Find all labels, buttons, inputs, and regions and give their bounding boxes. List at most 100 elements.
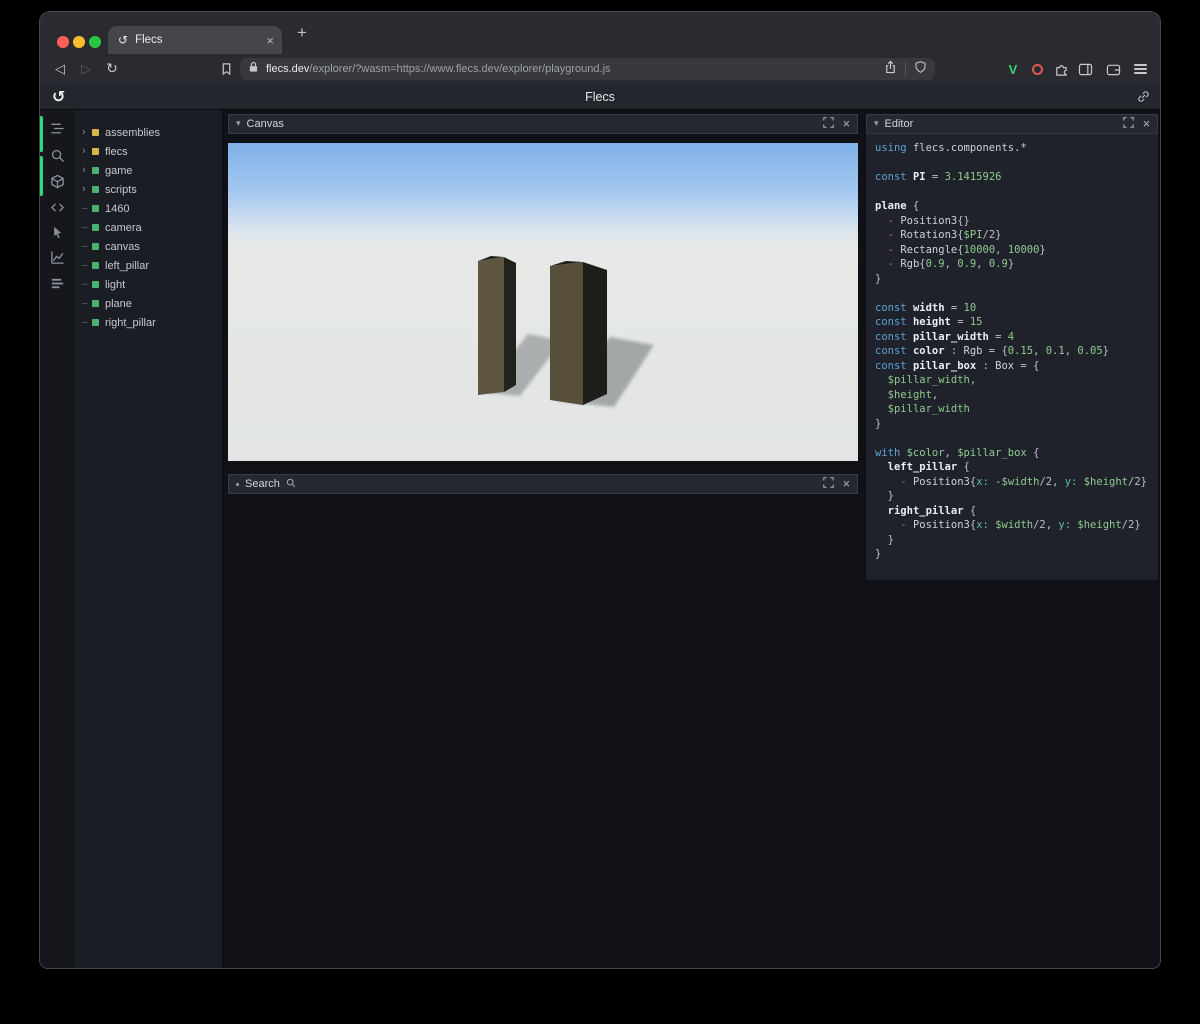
screen: ↺ Flecs × + ◁ ▷ ↻ flecs.dev/explorer/?wa… [0,0,1200,1024]
tree-item-canvas[interactable]: – canvas [75,237,222,256]
zoom-window-button[interactable] [89,36,101,48]
entity-color-swatch [92,243,99,250]
ring-icon [1031,63,1043,75]
entity-label: plane [105,297,132,310]
tree-item-assemblies[interactable]: › assemblies [75,123,222,142]
collapsed-indicator-icon[interactable] [236,482,239,486]
menu-button[interactable] [1134,54,1156,84]
search-icon[interactable] [49,147,66,164]
divider [905,62,906,76]
leaf-dash-icon: – [82,203,88,214]
flecs-logo-icon: ↺ [52,86,66,106]
entity-label: scripts [105,183,137,196]
code-line: const height = 15 [875,316,983,328]
share-icon[interactable] [884,60,897,79]
expand-chevron-icon[interactable]: › [82,161,92,180]
entity-label: right_pillar [105,316,156,329]
leaf-dash-icon: – [82,298,88,309]
browser-tab[interactable]: ↺ Flecs × [108,26,282,54]
url-domain: flecs.dev [266,63,310,75]
address-bar[interactable]: flecs.dev/explorer/?wasm=https://www.fle… [240,58,935,80]
brave-shield-icon[interactable] [914,60,927,79]
entity-color-swatch [92,148,99,155]
entity-label: left_pillar [105,259,150,272]
minimize-window-button[interactable] [73,36,85,48]
pointer-icon[interactable] [49,224,66,241]
code-line: - Rgb{0.9, 0.9, 0.9} [887,258,1015,270]
extension-v-icon[interactable]: V [1002,54,1024,84]
entity-color-swatch [92,300,99,307]
code-line: $height, [887,388,939,401]
reload-button[interactable]: ↻ [102,54,122,84]
leaf-dash-icon: – [82,241,88,252]
code-icon[interactable] [49,199,66,216]
close-panel-icon[interactable]: × [843,478,850,491]
code-line: } [875,417,882,430]
leaf-dash-icon: – [82,260,88,271]
flecs-explorer-app: ↺ Flecs › assemblies › flecs › game › sc… [40,84,1160,968]
3d-viewport[interactable] [228,143,858,461]
tree-item-camera[interactable]: – camera [75,218,222,237]
wallet-icon[interactable] [1102,54,1124,84]
code-line: } [875,548,882,560]
back-button[interactable]: ◁ [50,54,70,84]
tab-close-icon[interactable]: × [266,33,274,48]
new-tab-button[interactable]: + [292,23,312,43]
sidebar-toggle-icon[interactable] [1074,54,1096,84]
code-line: const pillar_width = 4 [875,330,1015,343]
entity-color-swatch [92,167,99,174]
tree-item-scripts[interactable]: › scripts [75,180,222,199]
close-window-button[interactable] [57,36,69,48]
app-title: Flecs [585,89,615,104]
extensions-puzzle-icon[interactable] [1050,54,1072,84]
chart-icon[interactable] [49,249,66,266]
bookmark-icon[interactable] [216,54,236,84]
tree-item-plane[interactable]: – plane [75,294,222,313]
pillar-shadows [482,334,654,407]
code-editor[interactable]: using flecs.components.* const PI = 3.14… [866,134,1158,580]
collapse-chevron-icon[interactable]: ▾ [874,119,879,129]
forward-button[interactable]: ▷ [76,54,96,84]
left-pillar-3d [478,256,516,395]
leaf-dash-icon: – [82,222,88,233]
code-line: - Rotation3{$PI/2} [887,229,1002,241]
extension-target-icon[interactable] [1026,54,1048,84]
tree-item-left_pillar[interactable]: – left_pillar [75,256,222,275]
outliner-icon[interactable] [49,120,66,137]
tree-item-game[interactable]: › game [75,161,222,180]
code-line: with $color, $pillar_box { [875,446,1040,459]
code-line: - Rectangle{10000, 10000} [887,243,1046,256]
search-panel-title: Search [245,478,280,490]
cube-icon[interactable] [49,173,66,190]
code-line: const pillar_box : Box = { [875,359,1040,372]
code-line: } [875,533,894,546]
fullscreen-icon[interactable] [822,115,834,133]
list-icon[interactable] [49,275,66,292]
tool-sidebar [40,110,75,968]
tree-item-1460[interactable]: – 1460 [75,199,222,218]
close-panel-icon[interactable]: × [843,118,850,131]
fullscreen-icon[interactable] [1122,115,1134,133]
share-link-icon[interactable] [1137,90,1150,108]
code-line: const color : Rgb = {0.15, 0.1, 0.05} [875,345,1109,357]
fullscreen-icon[interactable] [822,475,834,493]
editor-panel-title: Editor [884,118,914,130]
entity-tree: › assemblies › flecs › game › scripts – 1460 – came… [75,110,222,968]
tree-item-right_pillar[interactable]: – right_pillar [75,313,222,332]
collapse-chevron-icon[interactable]: ▾ [236,119,241,129]
entity-color-swatch [92,205,99,212]
close-panel-icon[interactable]: × [1143,118,1150,131]
entity-color-swatch [92,186,99,193]
tree-item-flecs[interactable]: › flecs [75,142,222,161]
expand-chevron-icon[interactable]: › [82,123,92,142]
expand-chevron-icon[interactable]: › [82,180,92,199]
entity-color-swatch [92,129,99,136]
tree-item-light[interactable]: – light [75,275,222,294]
entity-label: 1460 [105,202,130,215]
expand-chevron-icon[interactable]: › [82,142,92,161]
leaf-dash-icon: – [82,317,88,328]
